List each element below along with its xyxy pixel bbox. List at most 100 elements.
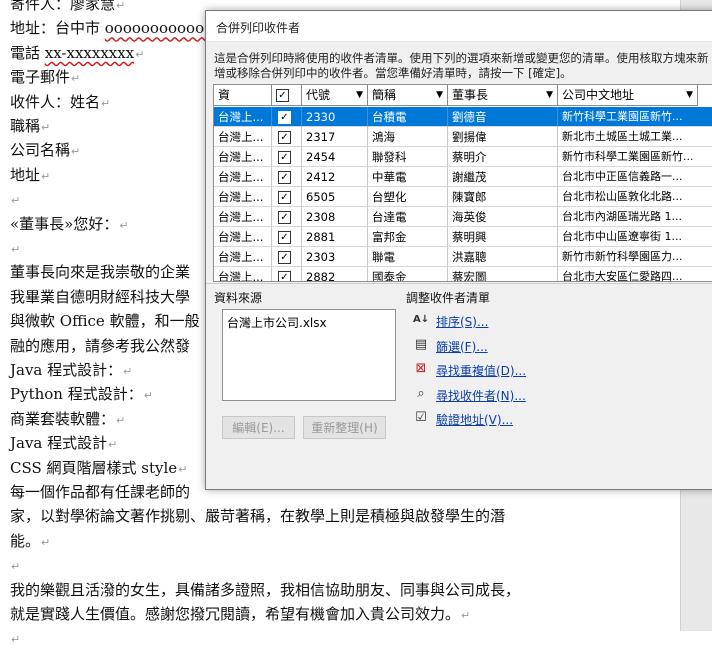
recipient-checkbox[interactable]: ✓ (278, 191, 291, 204)
table-cell-short[interactable]: 富邦金 (368, 227, 448, 247)
dropdown-arrow-icon[interactable]: ▼ (356, 85, 363, 106)
recipient-checkbox[interactable]: ✓ (278, 231, 291, 244)
table-cell-src[interactable]: 台灣上... (214, 207, 272, 227)
table-cell-chair[interactable]: 海英俊 (448, 207, 558, 227)
table-row[interactable]: 台灣上... ✓ 2412 中華電 謝繼茂 台北市中正區信義路一... (214, 167, 712, 187)
table-cell-addr[interactable]: 台北市松山區敦化北路... (558, 187, 712, 207)
column-header-label: 簡稱 (372, 88, 397, 102)
table-cell-chair[interactable]: 劉揚偉 (448, 127, 558, 147)
table-cell-code[interactable]: 2881 (302, 227, 368, 247)
adjust-action-4[interactable]: ☑ 驗證地址(V)... (413, 410, 613, 428)
table-cell-code[interactable]: 2882 (302, 267, 368, 281)
table-row[interactable]: 台灣上... ✓ 6505 台塑化 陳寶郎 台北市松山區敦化北路... (214, 187, 712, 207)
table-row[interactable]: 台灣上... ✓ 2881 富邦金 蔡明興 台北市中山區遼寧街 1... (214, 227, 712, 247)
recipient-checkbox[interactable]: ✓ (278, 251, 291, 264)
adjust-action-0[interactable]: A↓ 排序(S)... (413, 312, 613, 330)
table-cell-chair[interactable]: 蔡明興 (448, 227, 558, 247)
adjust-action-label[interactable]: 尋找重複值(D)... (436, 362, 526, 379)
table-cell-chair[interactable]: 蔡宏圖 (448, 267, 558, 281)
adjust-action-2[interactable]: ⊠ 尋找重複值(D)... (413, 361, 613, 379)
adjust-action-3[interactable]: ⌕ 尋找收件者(N)... (413, 386, 613, 404)
table-row[interactable]: 台灣上... ✓ 2317 鴻海 劉揚偉 新北市土城區土城工業... (214, 127, 712, 147)
adjust-action-label[interactable]: 驗證地址(V)... (436, 411, 513, 428)
table-cell-addr[interactable]: 新北市土城區土城工業... (558, 127, 712, 147)
column-header-source[interactable]: 資 (214, 85, 272, 106)
table-cell-short[interactable]: 聯發科 (368, 147, 448, 167)
column-header-address[interactable]: 公司中文地址 ▼ (558, 85, 698, 106)
column-header-short[interactable]: 簡稱 ▼ (368, 85, 448, 106)
document-line: 收件人：姓名↵ (10, 92, 110, 114)
table-cell-short[interactable]: 台達電 (368, 207, 448, 227)
table-row[interactable]: 台灣上... ✓ 2882 國泰金 蔡宏圖 台北市大安區仁愛路四... (214, 267, 712, 281)
dialog-titlebar[interactable]: 合併列印收件者 (206, 11, 712, 42)
table-cell-short[interactable]: 中華電 (368, 167, 448, 187)
table-cell-chair[interactable]: 劉德音 (448, 107, 558, 127)
dropdown-arrow-icon[interactable]: ▼ (546, 85, 553, 106)
edit-button[interactable]: 編輯(E)... (222, 416, 295, 439)
table-cell-src[interactable]: 台灣上... (214, 127, 272, 147)
table-cell-code[interactable]: 2412 (302, 167, 368, 187)
adjust-action-label[interactable]: 尋找收件者(N)... (436, 387, 526, 404)
table-cell-addr[interactable]: 台北市大安區仁愛路四... (558, 267, 712, 281)
column-header-chair[interactable]: 董事長 ▼ (448, 85, 558, 106)
dialog-description: 這是合併列印時將使用的收件者清單。使用下列的選項來新增或變更您的清單。使用核取方… (214, 51, 709, 80)
table-cell-src[interactable]: 台灣上... (214, 247, 272, 267)
table-cell-code[interactable]: 6505 (302, 187, 368, 207)
table-cell-code[interactable]: 2317 (302, 127, 368, 147)
recipient-grid[interactable]: 資 ✓ 代號 ▼ 簡稱 ▼ 董事長 ▼ 公司中文地址 ▼ 台灣上... ✓ 2330… (213, 84, 712, 282)
table-cell-addr[interactable]: 新竹科學工業園區新竹... (558, 107, 712, 127)
table-cell-src[interactable]: 台灣上... (214, 107, 272, 127)
adjust-action-label[interactable]: 排序(S)... (436, 313, 488, 330)
table-cell-code[interactable]: 2330 (302, 107, 368, 127)
table-cell-short[interactable]: 鴻海 (368, 127, 448, 147)
refresh-button[interactable]: 重新整理(H) (303, 416, 386, 439)
mail-merge-recipients-dialog: 合併列印收件者 這是合併列印時將使用的收件者清單。使用下列的選項來新增或變更您的… (205, 10, 712, 490)
datasource-list[interactable]: 台灣上市公司.xlsx (222, 309, 396, 401)
document-line-text: 地址 (10, 165, 41, 184)
table-cell-code[interactable]: 2303 (302, 247, 368, 267)
table-cell-addr[interactable]: 新竹市新竹科學園區力... (558, 247, 712, 267)
table-cell-src[interactable]: 台灣上... (214, 227, 272, 247)
column-header-label: 公司中文地址 (562, 88, 635, 102)
table-cell-short[interactable]: 台塑化 (368, 187, 448, 207)
select-all-checkbox[interactable]: ✓ (276, 89, 289, 102)
table-cell-chair[interactable]: 蔡明介 (448, 147, 558, 167)
document-line: 商業套裝軟體：↵ (10, 409, 125, 431)
table-cell-addr[interactable]: 台北市中山區遼寧街 1... (558, 227, 712, 247)
table-cell-src[interactable]: 台灣上... (214, 187, 272, 207)
table-cell-addr[interactable]: 台北市內湖區瑞光路 1... (558, 207, 712, 227)
recipient-checkbox[interactable]: ✓ (278, 151, 291, 164)
table-cell-chair[interactable]: 洪嘉聰 (448, 247, 558, 267)
datasource-item[interactable]: 台灣上市公司.xlsx (227, 314, 327, 331)
table-cell-src[interactable]: 台灣上... (214, 147, 272, 167)
table-row[interactable]: 台灣上... ✓ 2454 聯發科 蔡明介 新竹市科學工業園區新竹... (214, 147, 712, 167)
table-cell-code[interactable]: 2454 (302, 147, 368, 167)
table-cell-addr[interactable]: 台北市中正區信義路一... (558, 167, 712, 187)
column-header-code[interactable]: 代號 ▼ (302, 85, 368, 106)
column-header-check[interactable]: ✓ (272, 85, 302, 106)
table-cell-src[interactable]: 台灣上... (214, 167, 272, 187)
table-row[interactable]: 台灣上... ✓ 2308 台達電 海英俊 台北市內湖區瑞光路 1... (214, 207, 712, 227)
recipient-checkbox[interactable]: ✓ (278, 171, 291, 184)
dropdown-arrow-icon[interactable]: ▼ (686, 85, 693, 106)
table-cell-chair[interactable]: 陳寶郎 (448, 187, 558, 207)
table-cell-short[interactable]: 國泰金 (368, 267, 448, 281)
table-cell-short[interactable]: 台積電 (368, 107, 448, 127)
adjust-action-label[interactable]: 篩選(F)... (436, 338, 488, 355)
table-row[interactable]: 台灣上... ✓ 2303 聯電 洪嘉聰 新竹市新竹科學園區力... (214, 247, 712, 267)
recipient-checkbox[interactable]: ✓ (278, 131, 291, 144)
table-row[interactable]: 台灣上... ✓ 2330 台積電 劉德音 新竹科學工業園區新竹... (214, 107, 712, 127)
recipient-checkbox[interactable]: ✓ (278, 271, 291, 281)
document-line: 電話 xx-xxxxxxxx↵ (10, 43, 144, 65)
dropdown-arrow-icon[interactable]: ▼ (436, 85, 443, 106)
adjust-action-1[interactable]: ▤ 篩選(F)... (413, 337, 613, 355)
table-cell-code[interactable]: 2308 (302, 207, 368, 227)
recipient-checkbox[interactable]: ✓ (278, 211, 291, 224)
table-cell-addr[interactable]: 新竹市科學工業園區新竹... (558, 147, 712, 167)
table-cell-short[interactable]: 聯電 (368, 247, 448, 267)
recipient-checkbox[interactable]: ✓ (278, 111, 291, 124)
table-cell-src[interactable]: 台灣上... (214, 267, 272, 281)
table-cell-chair[interactable]: 謝繼茂 (448, 167, 558, 187)
paragraph-mark-icon: ↵ (116, 413, 126, 427)
document-line-text: 電子郵件 (10, 68, 71, 87)
